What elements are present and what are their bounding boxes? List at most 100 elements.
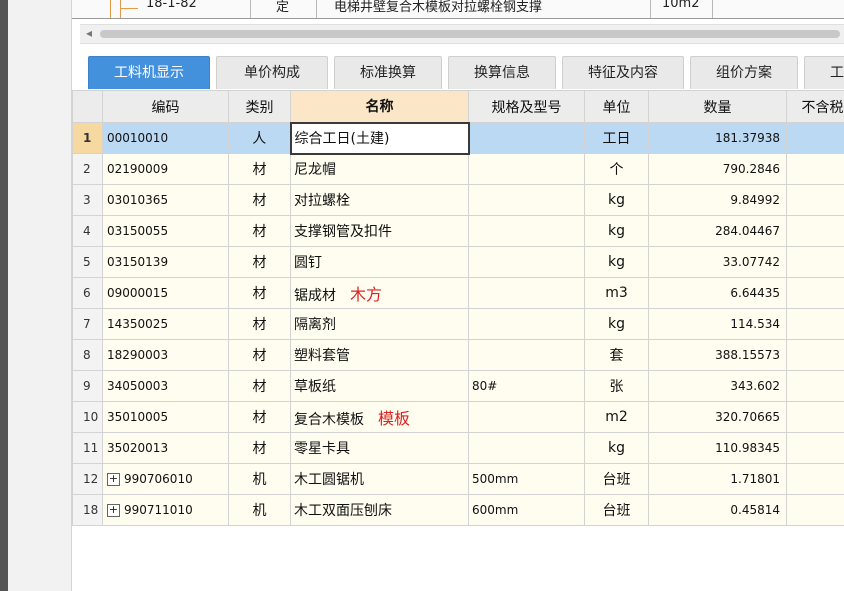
- quantity-cell[interactable]: 790.2846: [648, 153, 787, 185]
- row-number-cell[interactable]: 18: [72, 494, 103, 526]
- price-cell[interactable]: [786, 463, 844, 495]
- row-number-cell[interactable]: 12: [72, 463, 103, 495]
- row-number-cell[interactable]: 2: [72, 153, 103, 185]
- column-header-type[interactable]: 类别: [228, 90, 291, 123]
- horizontal-scrollbar[interactable]: ◂: [80, 24, 844, 44]
- scrollbar-thumb[interactable]: [100, 30, 840, 38]
- type-cell[interactable]: 材: [228, 432, 291, 464]
- code-cell[interactable]: +990711010: [102, 494, 229, 526]
- code-cell[interactable]: 00010010: [102, 122, 229, 154]
- table-row[interactable]: 12 +990706010 机木工圆锯机 500mm 台班 1.71801: [72, 463, 844, 495]
- table-row[interactable]: 6 09000015 材锯成材木方 m36.6443516: [72, 277, 844, 309]
- unit-cell[interactable]: kg: [584, 246, 649, 278]
- quantity-cell[interactable]: 6.64435: [648, 277, 787, 309]
- price-cell[interactable]: [786, 184, 844, 216]
- unit-cell[interactable]: 套: [584, 339, 649, 371]
- quantity-cell[interactable]: 320.70665: [648, 401, 787, 433]
- spec-cell[interactable]: [468, 277, 585, 309]
- row-number-cell[interactable]: 7: [72, 308, 103, 340]
- column-header-unit[interactable]: 单位: [584, 90, 649, 123]
- name-cell[interactable]: 尼龙帽: [290, 153, 469, 185]
- code-cell[interactable]: +990706010: [102, 463, 229, 495]
- quantity-cell[interactable]: 0.45814: [648, 494, 787, 526]
- quantity-cell[interactable]: 1.71801: [648, 463, 787, 495]
- quantity-cell[interactable]: 110.98345: [648, 432, 787, 464]
- row-number-cell[interactable]: 5: [72, 246, 103, 278]
- price-cell[interactable]: [786, 432, 844, 464]
- spec-cell[interactable]: [468, 184, 585, 216]
- row-number-cell[interactable]: 6: [72, 277, 103, 309]
- type-cell[interactable]: 机: [228, 494, 291, 526]
- row-number-cell[interactable]: 1: [72, 122, 103, 154]
- spec-cell[interactable]: 80#: [468, 370, 585, 402]
- spec-cell[interactable]: [468, 153, 585, 185]
- code-cell[interactable]: 14350025: [102, 308, 229, 340]
- row-number-cell[interactable]: 9: [72, 370, 103, 402]
- tab-standard-conversion[interactable]: 标准换算: [334, 56, 442, 89]
- row-number-cell[interactable]: 10: [72, 401, 103, 433]
- spec-cell[interactable]: [468, 339, 585, 371]
- tab-unit-price-composition[interactable]: 单价构成: [216, 56, 328, 89]
- table-row[interactable]: 9 34050003 材草板纸 80# 张 343.602: [72, 370, 844, 402]
- type-cell[interactable]: 材: [228, 215, 291, 247]
- name-cell[interactable]: 支撑钢管及扣件: [290, 215, 469, 247]
- row-number-cell[interactable]: 4: [72, 215, 103, 247]
- row-number-cell[interactable]: 3: [72, 184, 103, 216]
- price-cell[interactable]: [786, 153, 844, 185]
- row-number-cell[interactable]: 8: [72, 339, 103, 371]
- tab-features-content[interactable]: 特征及内容: [562, 56, 684, 89]
- type-cell[interactable]: 材: [228, 277, 291, 309]
- table-row[interactable]: 7 14350025 材隔离剂 kg 114.534: [72, 308, 844, 340]
- name-cell[interactable]: 对拉螺栓: [290, 184, 469, 216]
- code-cell[interactable]: 18290003: [102, 339, 229, 371]
- code-cell[interactable]: 34050003: [102, 370, 229, 402]
- unit-cell[interactable]: 张: [584, 370, 649, 402]
- name-cell[interactable]: 草板纸: [290, 370, 469, 402]
- tab-engineering[interactable]: 工程: [804, 56, 844, 89]
- quantity-cell[interactable]: 181.37938: [648, 122, 787, 154]
- quantity-cell[interactable]: 33.07742: [648, 246, 787, 278]
- name-cell[interactable]: 隔离剂: [290, 308, 469, 340]
- price-cell[interactable]: 16: [786, 277, 844, 309]
- spec-cell[interactable]: [468, 432, 585, 464]
- code-cell[interactable]: 03150139: [102, 246, 229, 278]
- spec-cell[interactable]: [468, 215, 585, 247]
- column-header-code[interactable]: 编码: [102, 90, 229, 123]
- code-cell[interactable]: 02190009: [102, 153, 229, 185]
- table-row[interactable]: 3 03010365 材对拉螺栓 kg 9.84992: [72, 184, 844, 216]
- expand-icon[interactable]: +: [107, 504, 120, 517]
- column-header-price[interactable]: 不含税省: [786, 90, 844, 123]
- name-cell[interactable]: 木工双面压刨床: [290, 494, 469, 526]
- code-cell[interactable]: 03150055: [102, 215, 229, 247]
- type-cell[interactable]: 材: [228, 370, 291, 402]
- quantity-cell[interactable]: 9.84992: [648, 184, 787, 216]
- name-cell[interactable]: 综合工日(土建): [289, 121, 470, 155]
- unit-cell[interactable]: 台班: [584, 494, 649, 526]
- price-cell[interactable]: [786, 339, 844, 371]
- unit-cell[interactable]: 个: [584, 153, 649, 185]
- price-cell[interactable]: [786, 494, 844, 526]
- price-cell[interactable]: [786, 122, 844, 154]
- spec-cell[interactable]: [468, 308, 585, 340]
- unit-cell[interactable]: m2: [584, 401, 649, 433]
- unit-cell[interactable]: kg: [584, 432, 649, 464]
- name-cell[interactable]: 零星卡具: [290, 432, 469, 464]
- type-cell[interactable]: 材: [228, 401, 291, 433]
- type-cell[interactable]: 材: [228, 184, 291, 216]
- unit-cell[interactable]: 台班: [584, 463, 649, 495]
- name-cell[interactable]: 塑料套管: [290, 339, 469, 371]
- type-cell[interactable]: 材: [228, 246, 291, 278]
- unit-cell[interactable]: kg: [584, 184, 649, 216]
- name-cell[interactable]: 木工圆锯机: [290, 463, 469, 495]
- table-row[interactable]: 2 02190009 材尼龙帽 个 790.2846: [72, 153, 844, 185]
- price-cell[interactable]: [786, 401, 844, 433]
- spec-cell[interactable]: [468, 246, 585, 278]
- code-cell[interactable]: 35020013: [102, 432, 229, 464]
- table-row[interactable]: 5 03150139 材圆钉 kg 33.07742: [72, 246, 844, 278]
- type-cell[interactable]: 人: [228, 122, 291, 154]
- scroll-left-icon[interactable]: ◂: [86, 26, 92, 40]
- table-row[interactable]: 10 35010005 材复合木模板 模板 m2 320.70665: [72, 401, 844, 433]
- code-cell[interactable]: 09000015: [102, 277, 229, 309]
- tab-pricing-scheme[interactable]: 组价方案: [690, 56, 798, 89]
- unit-cell[interactable]: kg: [584, 308, 649, 340]
